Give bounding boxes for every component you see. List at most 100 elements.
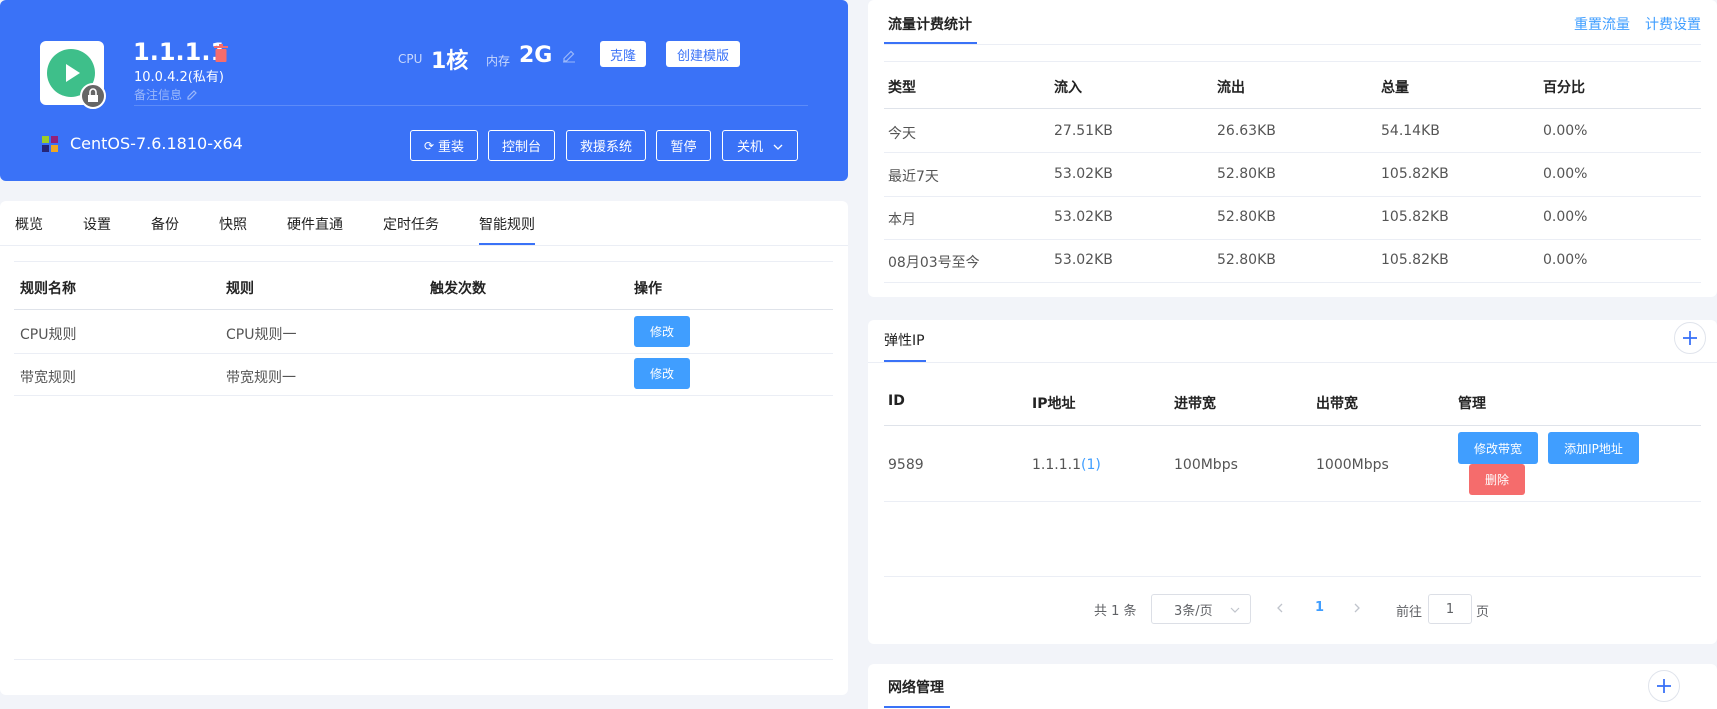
traffic-cell: 53.02KB: [1054, 166, 1113, 182]
eip-out-bandwidth: 1000Mbps: [1316, 457, 1389, 473]
reinstall-button[interactable]: ⟳ 重装: [410, 130, 478, 161]
delete-ip-button[interactable]: 删除: [1469, 464, 1525, 495]
goto-label: 前往: [1396, 605, 1423, 620]
traffic-cell: 本月: [888, 212, 916, 228]
add-network-button[interactable]: [1648, 670, 1680, 702]
traffic-cell: 今天: [888, 126, 916, 142]
traffic-table-top: [884, 61, 1701, 62]
add-ip-address-button[interactable]: 添加IP地址: [1548, 432, 1639, 464]
traffic-row-line: [884, 152, 1701, 153]
tabs-divider: [0, 245, 848, 246]
tab-snapshot[interactable]: 快照: [219, 214, 247, 234]
edit-icon[interactable]: [186, 89, 198, 101]
refresh-icon: ⟳: [423, 138, 435, 153]
page-size-select[interactable]: 3条/页: [1151, 594, 1251, 624]
traffic-header-line: [884, 108, 1701, 109]
rescue-button[interactable]: 救援系统: [566, 130, 646, 161]
tab-overview[interactable]: 概览: [15, 214, 43, 234]
eip-ip-count-link[interactable]: (1): [1081, 457, 1101, 473]
rules-header-line: [14, 309, 833, 310]
mem-value: 2G: [519, 43, 553, 68]
plus-icon: [1656, 678, 1672, 694]
server-status-card[interactable]: [40, 41, 106, 109]
rule-name: 带宽规则: [20, 370, 76, 386]
reinstall-label: 重装: [438, 140, 465, 155]
eip-ip-address: 1.1.1.1: [1032, 457, 1081, 473]
traffic-cell: 52.80KB: [1217, 252, 1276, 268]
modify-rule-button[interactable]: 修改: [634, 358, 690, 389]
trash-icon[interactable]: [213, 44, 229, 62]
rules-header-name: 规则名称: [20, 281, 76, 297]
traffic-cell: 54.14KB: [1381, 123, 1440, 139]
rules-header-count: 触发次数: [430, 281, 486, 297]
traffic-cell: 105.82KB: [1381, 166, 1449, 182]
traffic-cell: 0.00%: [1543, 123, 1588, 139]
rules-header-rule: 规则: [226, 281, 254, 297]
traffic-cell: 105.82KB: [1381, 252, 1449, 268]
traffic-cell: 26.63KB: [1217, 123, 1276, 139]
traffic-cell: 0.00%: [1543, 166, 1588, 182]
traffic-cell: 08月03号至今: [888, 255, 980, 271]
network-card: [868, 664, 1717, 709]
network-title-underline: [884, 706, 950, 708]
traffic-header-out: 流出: [1217, 80, 1245, 96]
shutdown-label: 关机: [736, 140, 763, 155]
reset-traffic-link[interactable]: 重置流量: [1574, 14, 1630, 34]
traffic-title: 流量计费统计: [888, 17, 972, 33]
rule-content: CPU规则一: [226, 327, 297, 343]
tab-backup[interactable]: 备份: [151, 214, 179, 234]
page-size-value: 3条/页: [1174, 603, 1213, 619]
traffic-header-total: 总量: [1381, 80, 1409, 96]
lock-icon: [80, 83, 106, 109]
eip-ip: 1.1.1.1(1): [1032, 457, 1101, 473]
prev-page-icon[interactable]: [1275, 602, 1285, 614]
banner-divider: [134, 105, 808, 106]
rules-table-top: [14, 261, 833, 262]
eip-id: 9589: [888, 457, 924, 473]
rule-name: CPU规则: [20, 327, 77, 343]
traffic-cell: 0.00%: [1543, 252, 1588, 268]
traffic-cell: 0.00%: [1543, 209, 1588, 225]
page-unit-label: 页: [1476, 605, 1490, 620]
network-title: 网络管理: [888, 680, 944, 696]
centos-icon: [42, 136, 58, 152]
billing-settings-link[interactable]: 计费设置: [1645, 14, 1701, 34]
mem-label: 内存: [486, 54, 511, 68]
elastic-ip-title: 弹性IP: [884, 333, 925, 349]
pagination-total: 共 1 条: [1094, 604, 1137, 619]
remark-field[interactable]: 备注信息: [134, 86, 198, 103]
traffic-header-type: 类型: [888, 80, 916, 96]
shutdown-dropdown[interactable]: 关机: [722, 130, 798, 161]
traffic-row-line: [884, 239, 1701, 240]
edit-mem-icon[interactable]: [562, 49, 576, 63]
traffic-cell: 53.02KB: [1054, 252, 1113, 268]
tab-scheduled-tasks[interactable]: 定时任务: [383, 214, 439, 234]
traffic-header-in: 流入: [1054, 80, 1082, 96]
chevron-down-icon: [1230, 604, 1240, 614]
next-page-icon[interactable]: [1352, 602, 1362, 614]
pause-button[interactable]: 暂停: [656, 130, 711, 161]
rules-bottom-line: [14, 659, 833, 660]
tab-smart-rules[interactable]: 智能规则: [479, 214, 535, 234]
modify-bandwidth-button[interactable]: 修改带宽: [1458, 432, 1538, 464]
traffic-row-line: [884, 282, 1701, 283]
traffic-cell: 53.02KB: [1054, 209, 1113, 225]
console-button[interactable]: 控制台: [488, 130, 555, 161]
clone-button[interactable]: 克隆: [600, 41, 646, 67]
cpu-value: 1核: [431, 49, 469, 74]
add-elastic-ip-button[interactable]: [1674, 322, 1706, 354]
tab-hardware-passthrough[interactable]: 硬件直通: [287, 214, 343, 234]
chevron-down-icon: [773, 141, 783, 151]
modify-rule-button[interactable]: 修改: [634, 316, 690, 347]
create-template-button[interactable]: 创建模版: [666, 41, 740, 67]
plus-icon: [1682, 330, 1698, 346]
traffic-cell: 105.82KB: [1381, 209, 1449, 225]
eip-row-line: [884, 501, 1701, 502]
current-page[interactable]: 1: [1315, 600, 1324, 615]
tab-settings[interactable]: 设置: [83, 214, 111, 234]
traffic-cell: 最近7天: [888, 169, 939, 185]
elastic-ip-title-divider: [868, 362, 1717, 363]
traffic-row-line: [884, 196, 1701, 197]
goto-page-input[interactable]: 1: [1428, 594, 1472, 624]
rules-header-action: 操作: [634, 281, 662, 297]
